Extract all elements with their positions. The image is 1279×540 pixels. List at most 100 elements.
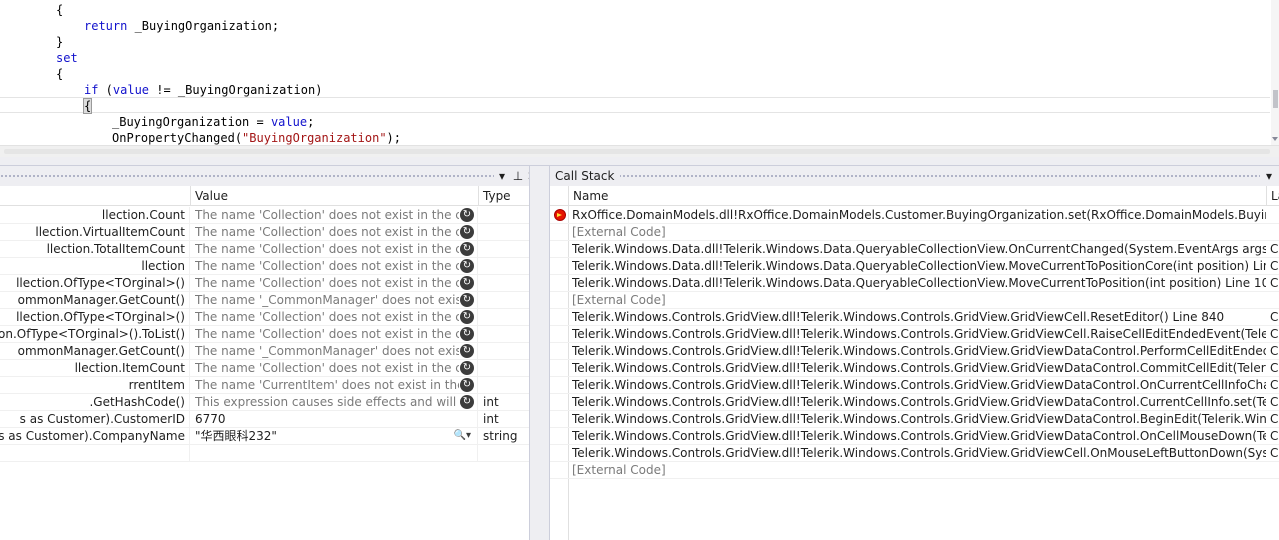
watch-row[interactable]: rrentItem The name 'CurrentItem' does not… [0,377,529,394]
call-stack-frame[interactable]: [External Code] [550,292,1279,309]
magnifier-dropdown-icon[interactable]: 🔍▾ [454,428,471,444]
call-stack-frame[interactable]: Telerik.Windows.Controls.GridView.dll!Te… [550,411,1279,428]
watch-row[interactable]: llection.OfType<TOrginal>().ToList() The … [0,326,529,343]
watch-name-cell[interactable]: ommonManager.GetCount() [0,292,190,308]
watch-row[interactable]: .GetHashCode() This expression causes sid… [0,394,529,411]
code-editor[interactable]: {return _BuyingOrganization;} set{if (val… [0,0,1279,145]
watch-row[interactable]: s as Customer).CustomerID 6770 int [0,411,529,428]
watch-name-cell[interactable]: llection.Count [0,207,190,223]
watch-row[interactable]: llection The name 'Collection' does not e… [0,258,529,275]
code-line[interactable]: { [0,2,1270,18]
column-header-value[interactable]: Value [191,186,479,206]
column-header-type[interactable]: Type [479,186,529,206]
column-header-language[interactable]: La [1267,186,1279,206]
call-stack-frame[interactable]: Telerik.Windows.Controls.GridView.dll!Te… [550,377,1279,394]
watch-row[interactable]: llection.VirtualItemCount The name 'Colle… [0,224,529,241]
refresh-icon[interactable]: ↻ [460,259,474,273]
watch-row[interactable]: llection.ItemCount The name 'Collection' … [0,360,529,377]
call-stack-frame[interactable]: Telerik.Windows.Controls.GridView.dll!Te… [550,326,1279,343]
editor-panel-splitter[interactable] [0,157,1279,166]
watch-name-cell[interactable]: ommonManager.GetCount() [0,343,190,359]
watch-titlebar[interactable]: ▾ ⊥ ✕ [0,166,529,186]
refresh-icon[interactable]: ↻ [460,208,474,222]
code-line[interactable]: if (value != _BuyingOrganization) [0,82,1270,98]
editor-hscroll-thumb[interactable] [4,149,1270,154]
watch-value-cell[interactable]: The name 'Collection' does not exist in … [191,360,478,376]
call-stack-frame[interactable]: Telerik.Windows.Controls.GridView.dll!Te… [550,360,1279,377]
code-line[interactable]: set [0,50,1270,66]
call-stack-frame[interactable]: Telerik.Windows.Controls.GridView.dll!Te… [550,445,1279,462]
call-stack-frame[interactable]: Telerik.Windows.Data.dll!Telerik.Windows… [550,258,1279,275]
watch-name-cell[interactable]: llection.TotalItemCount [0,241,190,257]
watch-name-cell[interactable]: rrentItem [0,377,190,393]
refresh-icon[interactable]: ↻ [460,344,474,358]
call-stack-frame[interactable]: Telerik.Windows.Controls.GridView.dll!Te… [550,343,1279,360]
window-position-dropdown-icon[interactable]: ▾ [1261,168,1277,184]
watch-value-cell[interactable]: The name 'Collection' does not exist in … [191,224,478,240]
code-line[interactable]: { [0,66,1270,82]
watch-value-cell[interactable]: The name 'CurrentItem' does not exist in… [191,377,478,393]
watch-row[interactable] [0,445,529,462]
watch-name-cell[interactable]: llection.ItemCount [0,360,190,376]
scroll-down-arrow-icon[interactable] [1272,137,1278,141]
watch-name-cell[interactable]: llection.VirtualItemCount [0,224,190,240]
watch-value-cell[interactable]: The name 'Collection' does not exist in … [191,309,478,325]
watch-name-cell[interactable]: llection.OfType<TOrginal>() [0,309,190,325]
watch-row[interactable]: ommonManager.GetCount() The name '_Common… [0,343,529,360]
watch-value-cell[interactable]: The name '_CommonManager' does not exist… [191,292,478,308]
code-line[interactable]: { [0,97,1270,114]
code-line[interactable]: _BuyingOrganization = value; [0,114,1270,130]
watch-value-cell[interactable]: 6770 [191,411,478,427]
call-stack-frame[interactable]: RxOffice.DomainModels.dll!RxOffice.Domai… [550,207,1279,224]
call-stack-frame[interactable]: Telerik.Windows.Data.dll!Telerik.Windows… [550,241,1279,258]
watch-name-cell[interactable]: .GetHashCode() [0,394,190,410]
refresh-icon[interactable]: ↻ [460,293,474,307]
watch-value-cell[interactable]: The name 'Collection' does not exist in … [191,326,478,342]
call-stack-frame[interactable]: Telerik.Windows.Controls.GridView.dll!Te… [550,428,1279,445]
auto-hide-pin-icon[interactable]: ⊥ [510,168,526,184]
watch-name-cell[interactable]: llection.OfType<TOrginal>() [0,275,190,291]
refresh-icon[interactable]: ↻ [460,225,474,239]
editor-vertical-scrollbar[interactable] [1271,0,1279,145]
call-stack-frame[interactable]: Telerik.Windows.Controls.GridView.dll!Te… [550,309,1279,326]
refresh-icon[interactable]: ↻ [460,276,474,290]
refresh-icon[interactable]: ↻ [460,378,474,392]
code-line[interactable]: OnPropertyChanged("BuyingOrganization"); [0,130,1270,145]
watch-row[interactable]: llection.TotalItemCount The name 'Collect… [0,241,529,258]
watch-name-cell[interactable] [0,445,190,461]
watch-value-cell[interactable]: The name 'Collection' does not exist in … [191,258,478,274]
watch-scrollbar-track[interactable] [529,166,550,540]
watch-row[interactable]: s as Customer).CompanyName "华西眼科232" 🔍▾ str… [0,428,529,445]
watch-value-cell[interactable] [191,445,478,461]
watch-name-cell[interactable]: s as Customer).CompanyName [0,428,190,444]
column-header-name[interactable] [0,186,191,206]
watch-name-cell[interactable]: llection [0,258,190,274]
editor-horizontal-scrollbar[interactable] [0,145,1279,157]
watch-value-cell[interactable]: The name 'Collection' does not exist in … [191,207,478,223]
code-line[interactable]: } [0,34,1270,50]
watch-row[interactable]: llection.Count The name 'Collection' does… [0,207,529,224]
watch-value-cell[interactable]: The name 'Collection' does not exist in … [191,241,478,257]
watch-value-cell[interactable]: The name 'Collection' does not exist in … [191,275,478,291]
call-stack-frame[interactable]: [External Code] [550,224,1279,241]
refresh-icon[interactable]: ↻ [460,361,474,375]
code-line[interactable]: return _BuyingOrganization; [0,18,1270,34]
call-stack-frame[interactable]: Telerik.Windows.Data.dll!Telerik.Windows… [550,275,1279,292]
refresh-icon[interactable]: ↻ [460,395,474,409]
column-header-name[interactable]: Name [569,186,1267,206]
call-stack-titlebar[interactable]: Call Stack ▾ [550,166,1279,186]
call-stack-frame[interactable]: [External Code] [550,462,1279,479]
watch-row[interactable]: llection.OfType<TOrginal>() The name 'Col… [0,309,529,326]
editor-scroll-thumb[interactable] [1273,90,1278,108]
refresh-icon[interactable]: ↻ [460,310,474,324]
watch-value-cell[interactable]: "华西眼科232" 🔍▾ [191,428,478,444]
watch-row[interactable]: ommonManager.GetCount() The name '_Common… [0,292,529,309]
watch-name-cell[interactable]: llection.OfType<TOrginal>().ToList() [0,326,190,342]
watch-row[interactable]: llection.OfType<TOrginal>() The name 'Col… [0,275,529,292]
watch-name-cell[interactable]: s as Customer).CustomerID [0,411,190,427]
window-position-dropdown-icon[interactable]: ▾ [494,168,510,184]
call-stack-frame[interactable]: Telerik.Windows.Controls.GridView.dll!Te… [550,394,1279,411]
refresh-icon[interactable]: ↻ [460,327,474,341]
watch-value-cell[interactable]: This expression causes side effects and … [191,394,478,410]
watch-value-cell[interactable]: The name '_CommonManager' does not exist… [191,343,478,359]
